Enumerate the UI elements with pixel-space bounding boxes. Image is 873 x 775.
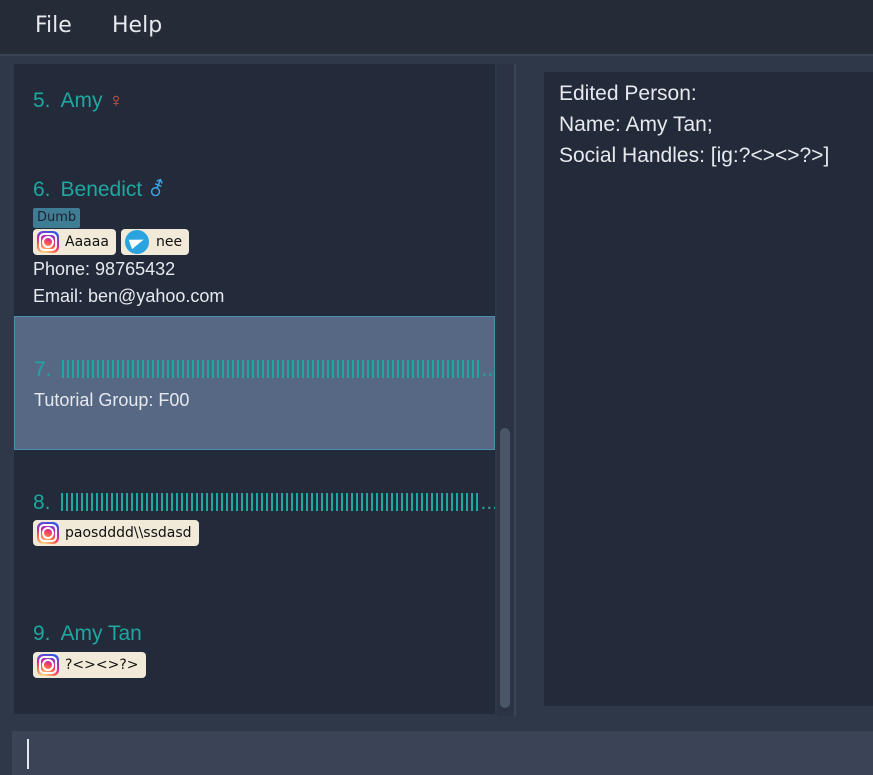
instagram-icon xyxy=(37,231,59,253)
person-index: 9. xyxy=(33,622,51,645)
scrollbar-thumb[interactable] xyxy=(500,428,510,708)
person-card[interactable]: 9. Amy Tan ?<><>?> xyxy=(14,600,495,714)
handle-value: ?<><>?> xyxy=(65,657,139,673)
social-handle-instagram[interactable]: ?<><>?> xyxy=(33,652,146,678)
person-index: 8. xyxy=(33,491,51,514)
menu-bar: File Help xyxy=(0,0,873,56)
person-card-selected[interactable]: 7.... Tutorial Group: F00 xyxy=(14,316,495,450)
male-icon: ⚦ xyxy=(148,179,166,201)
phone-field: Phone: 98765432 xyxy=(33,259,176,279)
handle-value: Aaaaa xyxy=(65,234,109,250)
instagram-icon xyxy=(37,522,59,544)
person-card[interactable]: 5. Amy ♀ xyxy=(14,64,495,164)
text-caret xyxy=(27,739,29,769)
person-list[interactable]: 5. Amy ♀ 6. Benedict ⚦ Dumb Aaaaa nee Phone:… xyxy=(14,64,495,714)
menu-file[interactable]: File xyxy=(35,13,72,38)
email-field: Email: ben@yahoo.com xyxy=(33,286,225,306)
split-divider[interactable] xyxy=(514,64,516,716)
person-card[interactable]: 6. Benedict ⚦ Dumb Aaaaa nee Phone: 987654… xyxy=(14,164,495,314)
person-name-truncated xyxy=(60,493,481,511)
tutorial-group-field: Tutorial Group: F00 xyxy=(34,390,190,410)
person-name: Benedict xyxy=(60,178,143,201)
person-index: 6. xyxy=(33,178,51,201)
person-title: 5. Amy ♀ xyxy=(33,89,124,113)
social-handle-instagram[interactable]: paosdddd\\ssdasd xyxy=(33,520,199,546)
tag-badge: Dumb xyxy=(33,208,81,228)
menu-help[interactable]: Help xyxy=(112,13,162,38)
result-line: Edited Person: xyxy=(559,82,697,105)
person-index: 7. xyxy=(34,358,52,381)
handle-value: paosdddd\\ssdasd xyxy=(65,525,192,541)
handle-value: nee xyxy=(156,234,183,250)
person-name: Amy Tan xyxy=(60,622,142,645)
person-index: 5. xyxy=(33,89,51,112)
person-title: 8.... xyxy=(33,491,495,515)
person-title: 7.... xyxy=(34,358,495,382)
name-ellipsis: ... xyxy=(481,358,495,381)
social-handle-instagram[interactable]: Aaaaa xyxy=(33,229,116,255)
person-name: Amy xyxy=(60,89,103,112)
telegram-icon xyxy=(125,230,149,254)
person-card[interactable]: 8.... paosdddd\\ssdasd xyxy=(14,450,495,600)
result-display: Edited Person: Name: Amy Tan; Social Han… xyxy=(544,72,873,706)
person-name-truncated xyxy=(61,360,482,378)
result-line: Name: Amy Tan; xyxy=(559,113,713,136)
female-icon: ♀ xyxy=(108,90,124,112)
command-input[interactable] xyxy=(12,731,873,775)
person-title: 6. Benedict ⚦ xyxy=(33,177,165,202)
social-handle-telegram[interactable]: nee xyxy=(121,229,190,255)
result-line: Social Handles: [ig:?<><>?>] xyxy=(559,144,830,167)
person-title: 9. Amy Tan xyxy=(33,622,142,646)
name-ellipsis: ... xyxy=(480,491,495,514)
instagram-icon xyxy=(37,654,59,676)
